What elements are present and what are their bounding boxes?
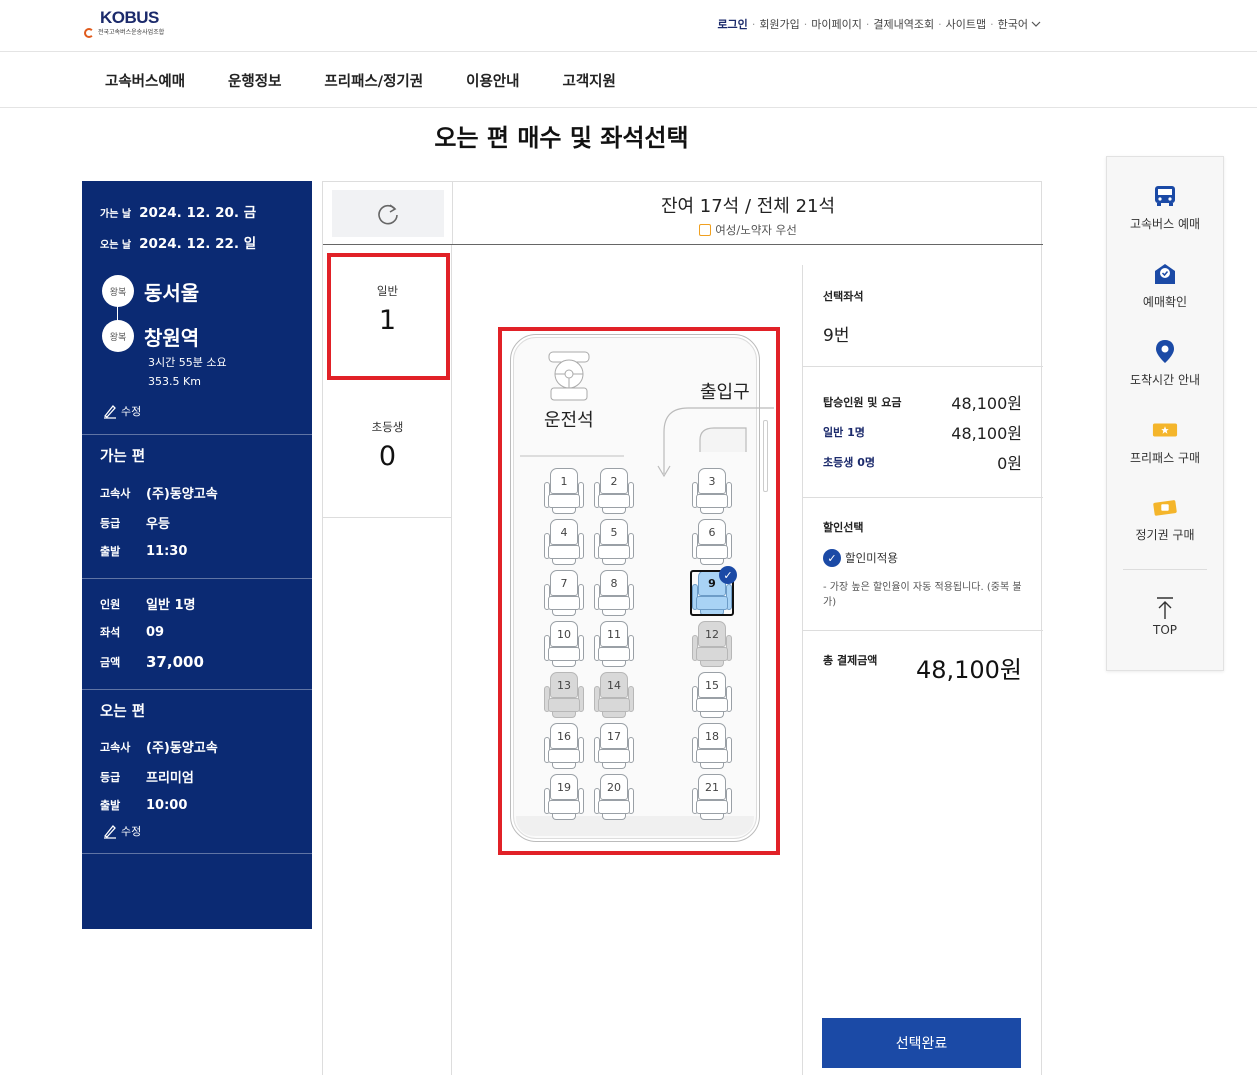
sitemap-link[interactable]: 사이트맵 [943,16,989,32]
booking-summary: 선택좌석 9번 탑승인원 및 요금 48,100원 일반 1명 48,100원 … [802,265,1043,1075]
outbound-title: 가는 편 [100,449,146,465]
discount-note: - 가장 높은 할인율이 자동 적용됩니다. (중복 불가) [823,582,1022,608]
trip-distance: 353.5 Km [148,375,201,388]
go-date-row: 가는 날 2024. 12. 20. 금 [100,201,256,221]
main-nav: 고속버스예매 운행정보 프리패스/정기권 이용안내 고객지원 [0,52,1257,108]
arrival-terminal: 창원역 [144,326,200,350]
inbound-company: 고속사 (주)동양고속 [100,740,218,757]
inbound-title: 오는 편 [100,704,146,720]
trip-info-panel: 가는 날 2024. 12. 20. 금 오는 날 2024. 12. 22. … [82,181,312,929]
logo-text: KOBUS [100,8,159,27]
page-title: 오는 편 매수 및 좌석선택 [434,124,689,152]
edit-inbound-button[interactable]: 수정 [102,823,141,839]
nav-freepass[interactable]: 프리패스/정기권 [324,70,423,91]
arrow-up-icon [1152,595,1178,621]
refresh-icon [378,203,398,224]
location-pin-icon [1152,339,1178,365]
return-date-row: 오는 날 2024. 12. 22. 일 [100,232,256,252]
quick-reservation-check[interactable]: 예매확인 [1107,261,1223,310]
pencil-icon [103,825,116,839]
roundtrip-badge-to: 왕복 [102,320,134,352]
summary-seat: 좌석 09 [100,624,165,640]
fare-total: 48,100원 [951,394,1022,413]
selected-seat-label: 선택좌석 [823,290,864,303]
payment-history-link[interactable]: 결제내역조회 [870,16,937,32]
adult-fare-label: 일반 1명 [823,426,865,439]
nav-guide[interactable]: 이용안내 [466,70,519,91]
fare-label: 탑승인원 및 요금 [823,396,902,409]
bus-icon [1152,183,1178,209]
inbound-departure: 출발 10:00 [100,797,188,813]
summary-price: 금액 37,000 [100,653,204,671]
adult-fare: 48,100원 [951,424,1022,443]
roundtrip-badge-from: 왕복 [102,275,134,307]
trip-duration: 3시간 55분 소요 [148,356,227,369]
quick-season-ticket[interactable]: 정기권 구매 [1107,494,1223,543]
season-ticket-icon [1152,494,1178,520]
logo-mark-icon [84,28,94,38]
count-child[interactable]: 초등생 0 [323,419,452,472]
login-link[interactable]: 로그인 [714,16,750,32]
language-select[interactable]: 한국어 [995,16,1031,32]
departure-terminal: 동서울 [144,281,200,305]
utility-links: 로그인 · 회원가입 · 마이페이지 · 결제내역조회 · 사이트맵 · 한국어 [714,16,1041,32]
nav-support[interactable]: 고객지원 [562,70,615,91]
nav-schedule[interactable]: 운행정보 [228,70,281,91]
outbound-departure: 출발 11:30 [100,543,188,559]
select-complete-button[interactable]: 선택완료 [822,1018,1021,1068]
chevron-down-icon [1031,21,1041,27]
top-bar: KOBUS 전국고속버스운송사업조합 로그인 · 회원가입 · 마이페이지 · 결제내… [0,0,1257,52]
go-date: 2024. 12. 20. 금 [139,205,257,221]
inbound-grade: 등급 프리미엄 [100,770,194,787]
return-date: 2024. 12. 22. 일 [139,236,257,252]
child-fare-label: 초등생 0명 [823,456,875,469]
kobus-logo[interactable]: KOBUS 전국고속버스운송사업조합 [84,8,184,42]
selected-seat-value: 9번 [823,326,850,346]
priority-seat-icon [699,224,712,236]
remaining-seats: 잔여 17석 / 전체 21석 [660,196,836,217]
highlight-seat-map [498,327,780,855]
nav-booking[interactable]: 고속버스예매 [105,70,185,91]
refresh-button[interactable] [332,190,444,237]
ticket-check-icon [1152,261,1178,287]
edit-route-button[interactable]: 수정 [102,403,141,419]
child-fare: 0원 [997,454,1022,473]
outbound-grade: 등급 우등 [100,516,170,533]
discount-label: 할인선택 [823,521,864,534]
summary-people: 인원 일반 1명 [100,597,196,614]
pencil-icon [103,405,116,419]
highlight-adult-count [327,253,450,380]
signup-link[interactable]: 회원가입 [756,16,802,32]
child-count-value: 0 [378,441,397,472]
quick-menu: 고속버스 예매 예매확인 도착시간 안내 프리패스 구매 정기권 구매 TOP [1106,156,1224,671]
check-circle-icon: ✓ [823,549,841,567]
priority-legend: 여성/노약자 우선 [453,222,1043,238]
outbound-company: 고속사 (주)동양고속 [100,486,218,503]
discount-option-none[interactable]: ✓ 할인미적용 [823,549,898,567]
mypage-link[interactable]: 마이페이지 [808,16,865,32]
quick-freepass[interactable]: 프리패스 구매 [1107,417,1223,466]
logo-subtitle: 전국고속버스운송사업조합 [98,29,165,36]
freepass-ticket-icon [1152,417,1178,443]
quick-arrival-info[interactable]: 도착시간 안내 [1107,339,1223,388]
scroll-top-button[interactable]: TOP [1107,595,1223,637]
quick-bus-booking[interactable]: 고속버스 예매 [1107,183,1223,232]
total-label: 총 결제금액 [823,654,878,667]
total-amount: 48,100원 [915,656,1022,684]
